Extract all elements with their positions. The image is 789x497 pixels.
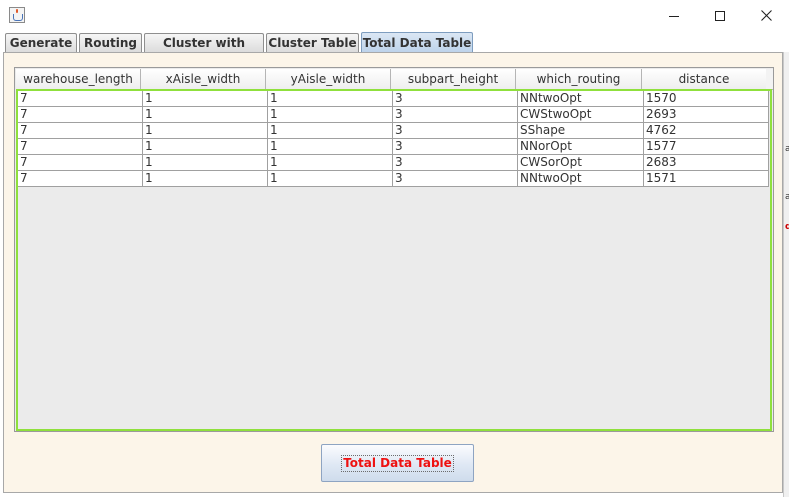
table-header: warehouse_length xAisle_width yAisle_wid… [16, 69, 767, 90]
cell-xaisle-width[interactable]: 1 [143, 123, 268, 139]
tab-cluster-table[interactable]: Cluster Table [266, 33, 359, 52]
table-scroll-pane[interactable]: warehouse_length xAisle_width yAisle_wid… [14, 67, 774, 432]
cell-distance[interactable]: 1570 [644, 91, 769, 107]
table-row[interactable]: 7 1 1 3 SShape 4762 [18, 123, 769, 139]
table-row[interactable]: 7 1 1 3 NNorOpt 1577 [18, 139, 769, 155]
minimize-icon [669, 15, 679, 17]
cell-subpart-height[interactable]: 3 [393, 171, 518, 187]
tab-cluster-with-tabu[interactable]: Cluster with Tabu [144, 33, 264, 68]
cell-which-routing[interactable]: CWSorOpt [518, 155, 644, 171]
maximize-button[interactable] [697, 0, 743, 31]
cell-xaisle-width[interactable]: 1 [143, 91, 268, 107]
cell-xaisle-width[interactable]: 1 [143, 139, 268, 155]
edge-glyph: a [785, 192, 789, 202]
java-cup-icon [13, 14, 23, 21]
cell-warehouse-length[interactable]: 7 [18, 107, 143, 123]
column-header-warehouse-length[interactable]: warehouse_length [16, 69, 141, 89]
cell-warehouse-length[interactable]: 7 [18, 123, 143, 139]
table-row[interactable]: 7 1 1 3 CWSorOpt 2683 [18, 155, 769, 171]
edge-glyph: d [785, 222, 789, 232]
cell-distance[interactable]: 2693 [644, 107, 769, 123]
total-data-table-button-label: Total Data Table [341, 454, 454, 472]
close-button[interactable] [743, 0, 789, 31]
table-header-corner [766, 69, 773, 90]
table-viewport[interactable]: 7 1 1 3 NNtwoOpt 1570 7 1 1 3 CWStwoOpt … [16, 89, 772, 431]
cell-distance[interactable]: 4762 [644, 123, 769, 139]
cell-warehouse-length[interactable]: 7 [18, 171, 143, 187]
cell-yaisle-width[interactable]: 1 [268, 123, 393, 139]
tab-generate[interactable]: Generate [5, 33, 77, 52]
cell-which-routing[interactable]: NNtwoOpt [518, 171, 644, 187]
tab-total-data-table[interactable]: Total Data Table [361, 32, 473, 53]
cell-yaisle-width[interactable]: 1 [268, 91, 393, 107]
column-header-xaisle-width[interactable]: xAisle_width [141, 69, 266, 89]
cell-yaisle-width[interactable]: 1 [268, 139, 393, 155]
cell-which-routing[interactable]: SShape [518, 123, 644, 139]
cell-subpart-height[interactable]: 3 [393, 107, 518, 123]
cell-warehouse-length[interactable]: 7 [18, 91, 143, 107]
total-data-table-button[interactable]: Total Data Table [321, 444, 474, 482]
cell-xaisle-width[interactable]: 1 [143, 107, 268, 123]
column-header-yaisle-width[interactable]: yAisle_width [266, 69, 391, 89]
cell-distance[interactable]: 1571 [644, 171, 769, 187]
cell-distance[interactable]: 1577 [644, 139, 769, 155]
cell-yaisle-width[interactable]: 1 [268, 155, 393, 171]
cell-which-routing[interactable]: NNtwoOpt [518, 91, 644, 107]
cell-warehouse-length[interactable]: 7 [18, 139, 143, 155]
table-row[interactable]: 7 1 1 3 CWStwoOpt 2693 [18, 107, 769, 123]
java-app-icon [9, 7, 25, 23]
column-header-which-routing[interactable]: which_routing [516, 69, 642, 89]
java-steam-icon [16, 9, 18, 13]
cell-xaisle-width[interactable]: 1 [143, 155, 268, 171]
cell-which-routing[interactable]: CWStwoOpt [518, 107, 644, 123]
cell-subpart-height[interactable]: 3 [393, 91, 518, 107]
cell-subpart-height[interactable]: 3 [393, 139, 518, 155]
cell-xaisle-width[interactable]: 1 [143, 171, 268, 187]
maximize-icon [715, 10, 725, 21]
cell-warehouse-length[interactable]: 7 [18, 155, 143, 171]
edge-glyph: a [785, 144, 789, 154]
minimize-button[interactable] [651, 0, 697, 31]
column-header-subpart-height[interactable]: subpart_height [391, 69, 516, 89]
tab-routing[interactable]: Routing [79, 33, 142, 52]
cell-which-routing[interactable]: NNorOpt [518, 139, 644, 155]
tab-strip: Generate Routing Cluster with Tabu Clust… [3, 32, 783, 68]
title-bar [0, 0, 789, 31]
column-header-distance[interactable]: distance [642, 69, 767, 89]
table-row[interactable]: 7 1 1 3 NNtwoOpt 1570 [18, 91, 769, 107]
close-icon [760, 10, 772, 21]
cell-subpart-height[interactable]: 3 [393, 123, 518, 139]
application-window: Generate Routing Cluster with Tabu Clust… [0, 0, 789, 497]
cell-yaisle-width[interactable]: 1 [268, 171, 393, 187]
cell-distance[interactable]: 2683 [644, 155, 769, 171]
cell-yaisle-width[interactable]: 1 [268, 107, 393, 123]
cell-subpart-height[interactable]: 3 [393, 155, 518, 171]
table-row[interactable]: 7 1 1 3 NNtwoOpt 1571 [18, 171, 769, 187]
background-window-edge: a a d [783, 52, 789, 497]
